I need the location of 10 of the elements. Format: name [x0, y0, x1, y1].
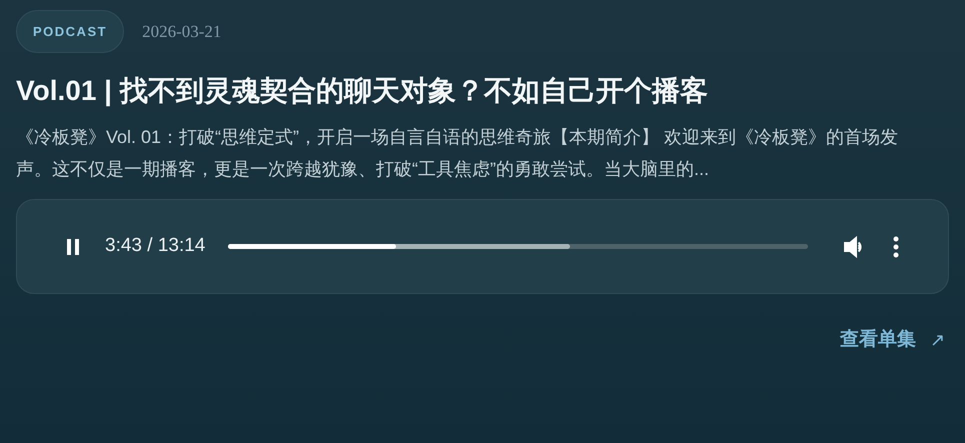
date-text: 2026-03-21	[142, 20, 222, 43]
episode-title: Vol.01 | 找不到灵魂契合的聊天对象？不如自己开个播客	[16, 74, 709, 108]
more-options-button[interactable]	[892, 234, 900, 258]
time-display: 3:43 / 13:14	[105, 234, 206, 258]
seek-bar[interactable]	[228, 244, 808, 249]
view-episode-link[interactable]: 查看单集 ↗	[840, 326, 945, 354]
more-icon	[893, 236, 899, 258]
pause-icon	[65, 238, 81, 256]
category-badge: PODCAST	[16, 10, 124, 53]
episode-summary: 《冷板凳》Vol. 01：打破“思维定式”，开启一场自言自语的思维奇旅【本期简介】 欢迎来到《冷板凳》的首场发声。这不仅是一期播客，更是一次跨越犹豫、打破“工具焦虑”的勇敢尝试。当大脑里的...	[16, 126, 900, 181]
